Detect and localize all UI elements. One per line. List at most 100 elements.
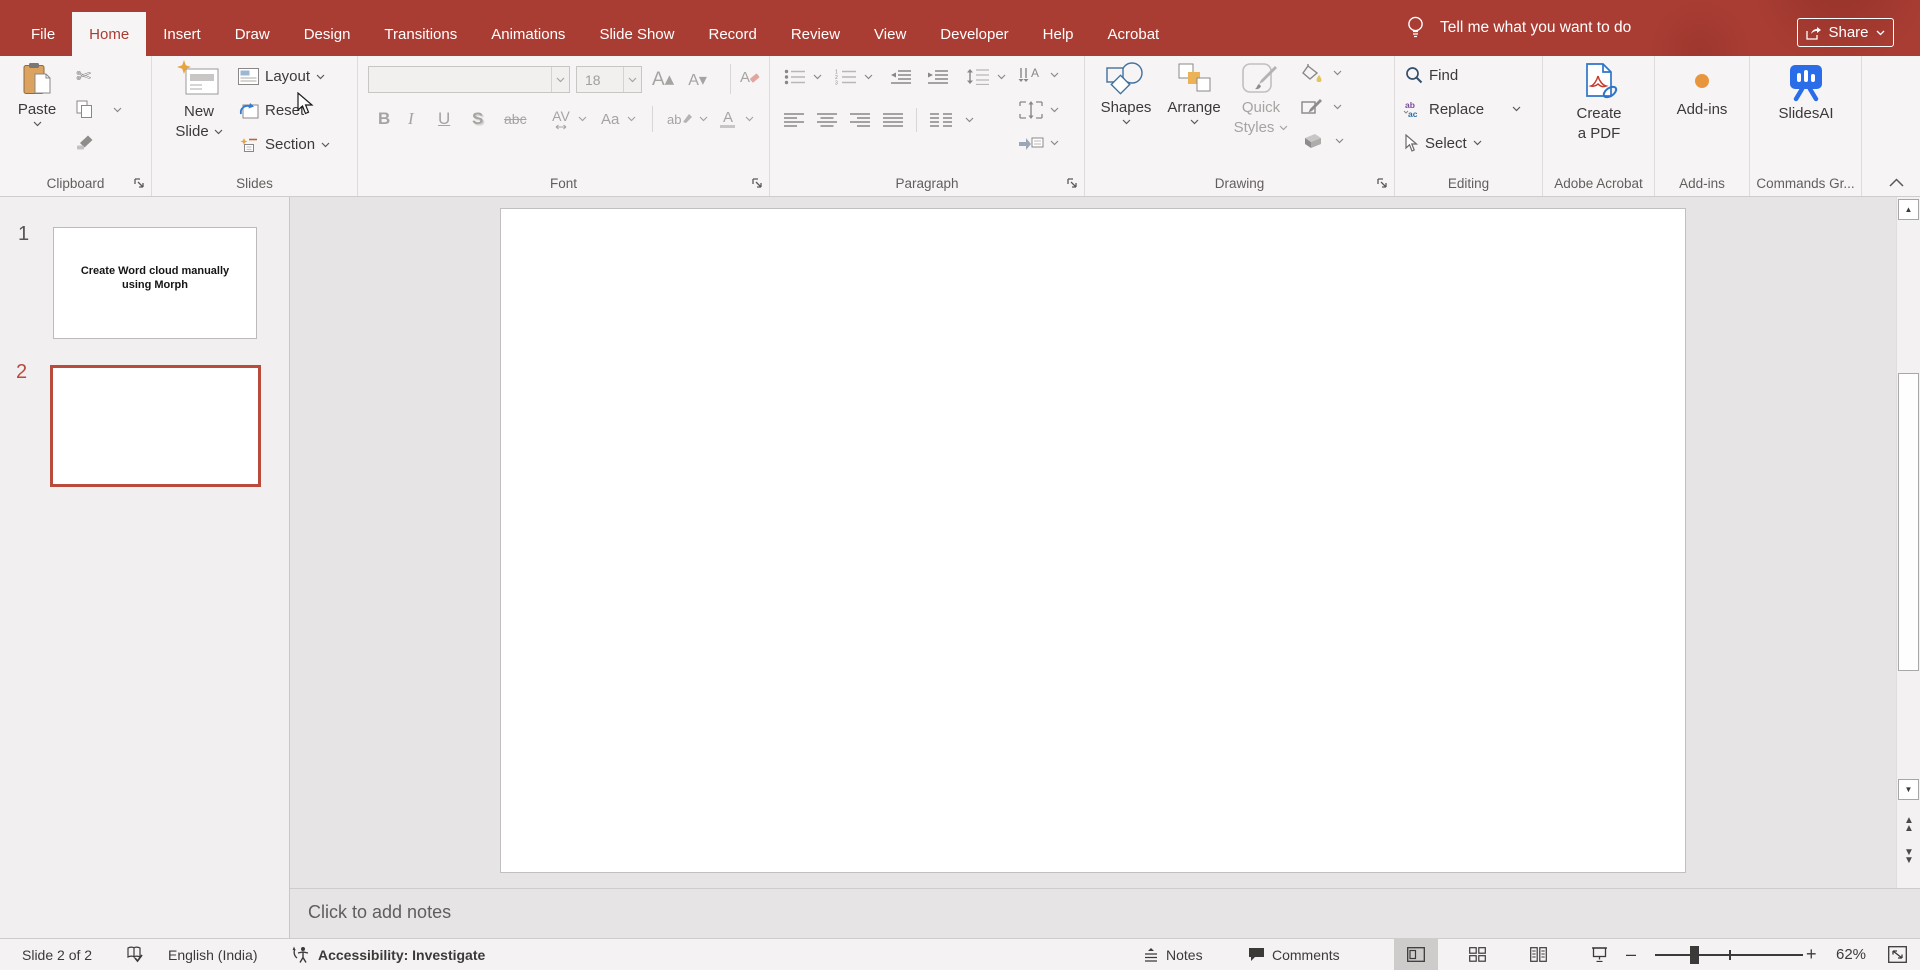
tab-file[interactable]: File bbox=[14, 12, 72, 56]
decrease-indent-button[interactable] bbox=[890, 69, 912, 85]
format-painter-button[interactable] bbox=[76, 134, 94, 150]
scroll-down-button[interactable]: ▼ bbox=[1898, 779, 1919, 800]
shape-effects-button[interactable] bbox=[1301, 132, 1344, 150]
quick-styles-button[interactable]: Quick Styles bbox=[1229, 62, 1293, 136]
font-color-chevron-icon[interactable] bbox=[745, 116, 754, 122]
tab-slide-show[interactable]: Slide Show bbox=[582, 12, 691, 56]
columns-button[interactable] bbox=[930, 113, 952, 128]
zoom-slider-thumb[interactable] bbox=[1690, 946, 1699, 964]
find-button[interactable]: Find bbox=[1405, 66, 1458, 84]
share-button[interactable]: Share bbox=[1797, 18, 1894, 47]
shape-outline-button[interactable] bbox=[1301, 98, 1342, 116]
tab-view[interactable]: View bbox=[857, 12, 923, 56]
align-left-button[interactable] bbox=[784, 113, 804, 128]
numbering-chevron-icon[interactable] bbox=[864, 74, 873, 80]
slide-2-thumbnail[interactable] bbox=[50, 365, 261, 487]
font-color-button[interactable]: A bbox=[720, 110, 735, 128]
addins-button[interactable]: Add-ins bbox=[1671, 74, 1733, 118]
strikethrough-button[interactable]: abc bbox=[504, 111, 544, 127]
font-name-combobox[interactable] bbox=[368, 66, 570, 93]
tab-insert[interactable]: Insert bbox=[146, 12, 218, 56]
underline-button[interactable]: U bbox=[438, 109, 472, 129]
change-case-chevron-icon[interactable] bbox=[627, 116, 636, 122]
slide-sorter-view-button[interactable] bbox=[1455, 939, 1499, 970]
reading-view-button[interactable] bbox=[1516, 939, 1560, 970]
change-case-button[interactable]: Aa bbox=[601, 111, 627, 128]
align-center-button[interactable] bbox=[817, 113, 837, 128]
vertical-scrollbar[interactable]: ▲ ▼ ▲▲ ▼▼ bbox=[1896, 197, 1920, 888]
paragraph-dialog-launcher[interactable] bbox=[1066, 177, 1079, 190]
tab-home[interactable]: Home bbox=[72, 12, 146, 56]
bold-button[interactable]: B bbox=[378, 109, 408, 129]
align-right-button[interactable] bbox=[850, 113, 870, 128]
current-slide[interactable] bbox=[500, 208, 1686, 873]
next-slide-button[interactable]: ▼▼ bbox=[1899, 845, 1919, 869]
tab-animations[interactable]: Animations bbox=[474, 12, 582, 56]
slidesai-button[interactable]: SlidesAI bbox=[1774, 62, 1838, 122]
slideshow-view-button[interactable] bbox=[1577, 939, 1621, 970]
tab-transitions[interactable]: Transitions bbox=[367, 12, 474, 56]
paste-button[interactable]: Paste bbox=[8, 62, 66, 127]
clear-formatting-button[interactable]: A bbox=[740, 68, 760, 87]
numbering-button[interactable]: 123 bbox=[835, 69, 857, 85]
bullets-button[interactable] bbox=[784, 69, 806, 85]
highlight-chevron-icon[interactable] bbox=[699, 116, 708, 122]
character-spacing-chevron-icon[interactable] bbox=[578, 116, 587, 122]
font-size-combobox[interactable]: 18 bbox=[576, 66, 642, 93]
new-slide-button[interactable]: New Slide bbox=[166, 60, 232, 140]
select-button[interactable]: Select bbox=[1403, 134, 1482, 152]
tab-help[interactable]: Help bbox=[1026, 12, 1091, 56]
tab-review[interactable]: Review bbox=[774, 12, 857, 56]
create-pdf-button[interactable]: Create a PDF bbox=[1563, 62, 1635, 142]
replace-button[interactable]: abac Replace bbox=[1403, 100, 1521, 118]
highlight-color-button[interactable]: ab bbox=[667, 112, 693, 127]
fit-slide-to-window-button[interactable] bbox=[1888, 939, 1907, 970]
justify-button[interactable] bbox=[883, 113, 903, 128]
accessibility-checker-button[interactable]: Accessibility: Investigate bbox=[292, 939, 485, 970]
bullets-chevron-icon[interactable] bbox=[813, 74, 822, 80]
align-text-button[interactable] bbox=[1018, 100, 1059, 120]
font-dialog-launcher[interactable] bbox=[751, 177, 764, 190]
language-button[interactable]: English (India) bbox=[168, 939, 258, 970]
collapse-ribbon-button[interactable] bbox=[1882, 172, 1910, 192]
zoom-in-button[interactable]: + bbox=[1806, 939, 1817, 970]
layout-button[interactable]: Layout bbox=[238, 68, 325, 85]
reset-button[interactable]: Reset bbox=[238, 102, 304, 119]
shapes-button[interactable]: Shapes bbox=[1095, 62, 1157, 125]
comments-toggle-button[interactable]: Comments bbox=[1248, 939, 1340, 970]
section-button[interactable]: Section bbox=[238, 136, 330, 153]
notes-toggle-button[interactable]: Notes bbox=[1143, 939, 1203, 970]
text-direction-button[interactable]: A bbox=[1018, 66, 1059, 84]
tab-developer[interactable]: Developer bbox=[923, 12, 1025, 56]
clipboard-dialog-launcher[interactable] bbox=[133, 177, 146, 190]
shape-fill-button[interactable] bbox=[1301, 64, 1342, 82]
text-shadow-button[interactable]: S bbox=[472, 109, 504, 129]
character-spacing-button[interactable]: AV bbox=[544, 108, 578, 130]
italic-button[interactable]: I bbox=[408, 109, 438, 129]
line-spacing-button[interactable] bbox=[966, 68, 990, 85]
zoom-out-button[interactable]: – bbox=[1626, 939, 1636, 970]
tab-acrobat[interactable]: Acrobat bbox=[1091, 12, 1177, 56]
spell-check-button[interactable] bbox=[126, 939, 144, 970]
copy-button[interactable] bbox=[76, 100, 122, 119]
decrease-font-size-button[interactable]: A▾ bbox=[688, 70, 707, 90]
cut-button[interactable]: ✄ bbox=[76, 66, 91, 87]
tell-me-box[interactable]: Tell me what you want to do bbox=[1406, 0, 1631, 56]
arrange-button[interactable]: Arrange bbox=[1163, 62, 1225, 125]
normal-view-button[interactable] bbox=[1394, 939, 1438, 970]
convert-smartart-button[interactable] bbox=[1018, 134, 1059, 152]
zoom-level-button[interactable]: 62% bbox=[1836, 939, 1866, 970]
columns-chevron-icon[interactable] bbox=[965, 117, 974, 123]
tab-design[interactable]: Design bbox=[287, 12, 368, 56]
tab-draw[interactable]: Draw bbox=[218, 12, 287, 56]
line-spacing-chevron-icon[interactable] bbox=[997, 74, 1006, 80]
drawing-dialog-launcher[interactable] bbox=[1376, 177, 1389, 190]
scroll-up-button[interactable]: ▲ bbox=[1898, 199, 1919, 220]
tab-record[interactable]: Record bbox=[691, 12, 773, 56]
notes-pane[interactable]: Click to add notes bbox=[290, 888, 1920, 938]
slide-1-thumbnail[interactable]: Create Word cloud manually using Morph bbox=[53, 227, 257, 339]
scrollbar-thumb[interactable] bbox=[1898, 373, 1919, 671]
previous-slide-button[interactable]: ▲▲ bbox=[1899, 813, 1919, 837]
increase-font-size-button[interactable]: A▴ bbox=[652, 68, 674, 91]
increase-indent-button[interactable] bbox=[927, 69, 949, 85]
